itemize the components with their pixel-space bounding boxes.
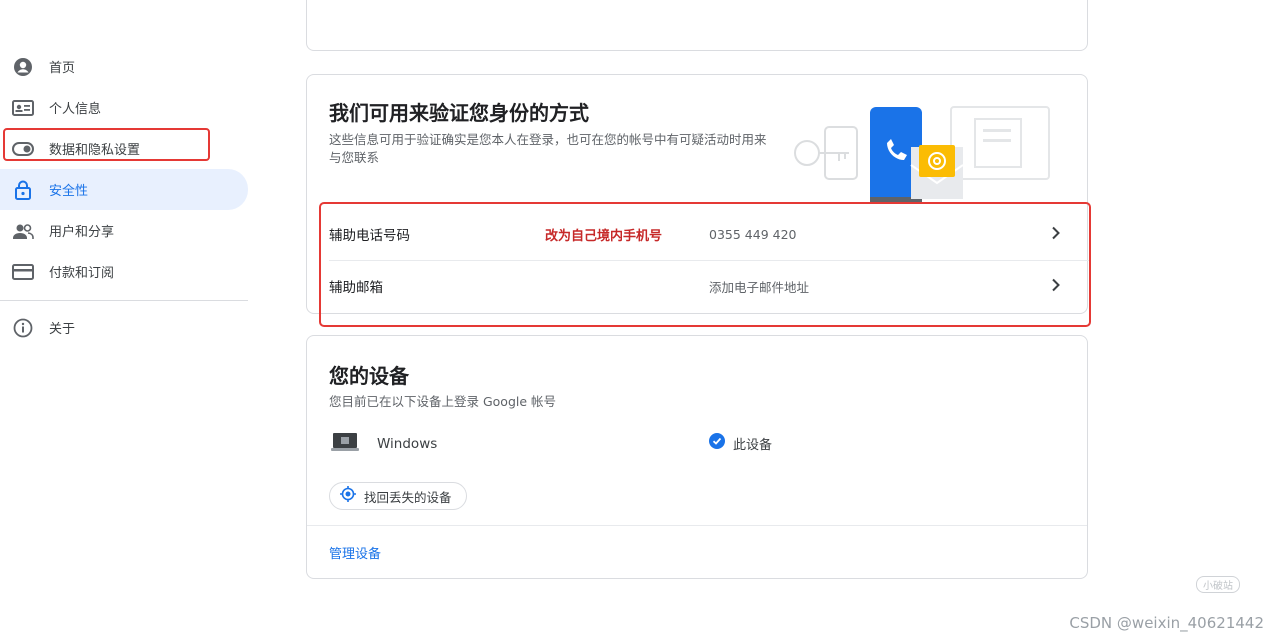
verify-illustration <box>794 106 1050 203</box>
sidebar-item-about[interactable]: 关于 <box>0 307 248 348</box>
laptop-icon <box>331 432 359 456</box>
watermark-badge: 小破站 <box>1196 576 1240 593</box>
verify-title: 我们可用来验证您身份的方式 <box>329 101 589 125</box>
sidebar-item-label: 首页 <box>49 61 76 76</box>
location-target-icon <box>340 486 356 506</box>
id-card-icon <box>12 97 34 119</box>
sidebar-divider <box>0 300 248 301</box>
this-device-label: 此设备 <box>733 437 773 453</box>
credit-card-icon <box>12 261 34 283</box>
device-name: Windows <box>377 436 438 452</box>
card-divider <box>307 525 1087 526</box>
info-icon <box>12 317 34 339</box>
verify-description: 这些信息可用于验证确实是您本人在登录，也可在您的帐号中有可疑活动时用来与您联系 <box>329 132 767 165</box>
sidebar-item-label: 个人信息 <box>49 102 102 117</box>
this-device-indicator: 此设备 <box>709 433 772 453</box>
previous-card <box>306 0 1088 51</box>
manage-devices-link[interactable]: 管理设备 <box>329 543 381 562</box>
find-lost-device-button[interactable]: 找回丢失的设备 <box>329 482 467 510</box>
check-circle-icon <box>709 433 725 453</box>
sidebar-item-label: 安全性 <box>49 184 89 199</box>
sidebar-nav: 首页 个人信息 数据和隐私设置 安全性 用户和分享 付款和订阅 关于 <box>0 46 250 348</box>
sidebar-item-payments[interactable]: 付款和订阅 <box>0 251 248 292</box>
sidebar-item-people-sharing[interactable]: 用户和分享 <box>0 210 248 251</box>
devices-title: 您的设备 <box>329 364 409 388</box>
device-windows[interactable]: Windows <box>331 432 437 456</box>
sidebar-item-label: 关于 <box>49 322 76 337</box>
sidebar-item-label: 用户和分享 <box>49 225 115 240</box>
devices-description: 您目前已在以下设备上登录 Google 帐号 <box>329 394 557 409</box>
sidebar-item-home[interactable]: 首页 <box>0 46 248 87</box>
annotation-highlight-security <box>3 128 210 161</box>
sidebar-item-personal-info[interactable]: 个人信息 <box>0 87 248 128</box>
sidebar-item-label: 付款和订阅 <box>49 266 115 281</box>
devices-card: 您的设备 您目前已在以下设备上登录 Google 帐号 Windows 此设备 … <box>306 335 1088 579</box>
lock-icon <box>12 179 34 201</box>
find-lost-device-label: 找回丢失的设备 <box>364 489 452 505</box>
people-icon <box>12 220 34 242</box>
annotation-highlight-recovery <box>319 202 1091 327</box>
sidebar-item-security[interactable]: 安全性 <box>0 169 248 210</box>
csdn-watermark: CSDN @weixin_40621442 <box>1069 614 1264 632</box>
account-circle-icon <box>12 56 34 78</box>
